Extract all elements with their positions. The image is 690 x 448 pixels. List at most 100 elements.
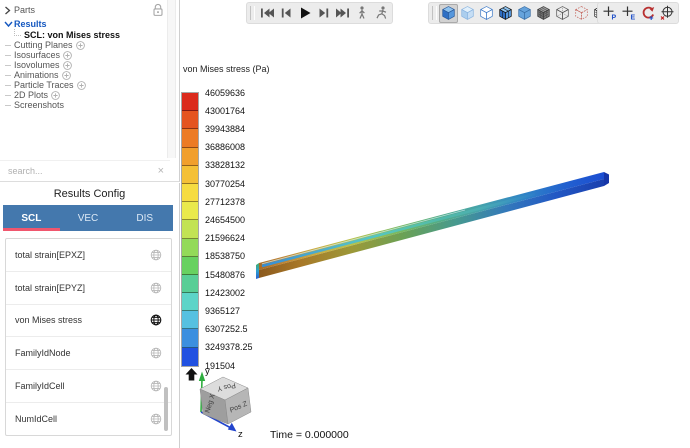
tree-connector	[5, 54, 11, 56]
globe-icon[interactable]	[150, 282, 162, 294]
beam-side-face	[259, 179, 604, 278]
probe-element-button[interactable]: E	[619, 4, 638, 23]
globe-icon[interactable]	[150, 347, 162, 359]
tree-item-label: Animations	[14, 70, 59, 80]
run-animate-button[interactable]	[371, 4, 390, 23]
legend-value-1: 43001764	[205, 105, 246, 116]
beam-highlight-stripe	[261, 209, 466, 265]
tree-scrollbar[interactable]	[167, 0, 176, 158]
tree-item-label: SCL: von Mises stress	[24, 30, 121, 40]
results-config-title: Results Config	[53, 188, 126, 200]
add-plus-icon[interactable]	[63, 50, 72, 60]
tree-item-isosurfaces[interactable]: Isosurfaces	[0, 50, 179, 60]
tree-connector	[14, 29, 21, 36]
variable-row-total-strain-epxz[interactable]: total strain[EPXZ]	[6, 239, 171, 272]
cube-transparent-button[interactable]	[458, 4, 477, 23]
globe-icon-active[interactable]	[150, 314, 162, 326]
legend-value-7: 24654500	[205, 214, 246, 225]
tree-item-particle-traces[interactable]: Particle Traces	[0, 80, 179, 90]
tree-connector	[5, 74, 11, 76]
center-of-transform-button[interactable]	[657, 4, 676, 23]
tab-vec[interactable]: VEC	[60, 205, 117, 231]
variable-row-von-mises-stress[interactable]: von Mises stress	[6, 305, 171, 338]
tree-item-2d-plots[interactable]: 2D Plots	[0, 90, 179, 100]
home-view-icon[interactable]	[185, 368, 198, 381]
cube-hidden-line-button[interactable]	[477, 4, 496, 23]
search-clear-icon[interactable]: ×	[158, 165, 164, 177]
chevron-down-icon[interactable]	[4, 20, 13, 28]
legend-title: von Mises stress (Pa)	[183, 64, 270, 74]
tree-item-animations[interactable]: Animations	[0, 70, 179, 80]
globe-icon[interactable]	[150, 413, 162, 425]
skip-to-end-button[interactable]	[333, 4, 352, 23]
tab-dis[interactable]: DIS	[116, 205, 173, 231]
legend-band-7	[182, 220, 198, 239]
axis-triad[interactable]: y z Pos Y Neg X Pos Z	[181, 363, 271, 448]
tree-connector	[5, 94, 11, 96]
results-config-tabbar: SCL VEC DIS	[3, 205, 173, 231]
legend-value-14: 3249378.25	[205, 342, 253, 353]
legend-band-0	[182, 93, 198, 112]
lock-icon[interactable]	[152, 3, 164, 17]
add-plus-icon[interactable]	[62, 60, 72, 70]
add-plus-icon[interactable]	[61, 70, 71, 80]
variable-row-numidcell[interactable]: NumIdCell	[6, 403, 171, 435]
legend-value-11: 12423002	[205, 287, 246, 298]
svg-text:P: P	[611, 15, 616, 22]
globe-icon[interactable]	[150, 380, 162, 392]
tree-search-row: ×	[0, 160, 170, 181]
variable-label: von Mises stress	[15, 315, 83, 326]
add-plus-icon[interactable]	[75, 40, 85, 50]
legend-value-4: 33828132	[205, 160, 246, 171]
legend-band-12	[182, 311, 198, 330]
step-back-button[interactable]	[276, 4, 295, 23]
variables-scrollbar[interactable]	[164, 387, 168, 431]
chevron-right-icon[interactable]	[4, 6, 13, 15]
time-readout: Time = 0.000000	[270, 429, 349, 441]
beam-model[interactable]	[245, 158, 620, 293]
tree-connector	[5, 84, 11, 86]
parts-results-tree-panel: Parts Results SCL: von Mises stress Cutting…	[0, 0, 180, 182]
variables-list: total strain[EPXZ] total strain[EPYZ] vo…	[5, 238, 172, 436]
tree-item-screenshots[interactable]: Screenshots	[0, 100, 179, 110]
svg-text:E: E	[630, 15, 635, 22]
cube-flat-button[interactable]	[515, 4, 534, 23]
walk-animate-button[interactable]	[352, 4, 371, 23]
legend-band-4	[182, 165, 198, 184]
tree-item-isovolumes[interactable]: Isovolumes	[0, 60, 179, 70]
step-forward-button[interactable]	[314, 4, 333, 23]
tree-item-label: Particle Traces	[14, 80, 74, 90]
add-plus-icon[interactable]	[51, 90, 60, 100]
tree-item-label: 2D Plots	[14, 90, 49, 100]
cube-feature-red-button[interactable]	[572, 4, 591, 23]
legend-value-9: 18538750	[205, 251, 246, 262]
variable-row-total-strain-epyz[interactable]: total strain[EPYZ]	[6, 272, 171, 305]
toolbar-grip[interactable]	[432, 6, 437, 20]
tree-item-label: Isosurfaces	[14, 50, 61, 60]
cube-mesh-button[interactable]	[534, 4, 553, 23]
probe-point-button[interactable]: P	[600, 4, 619, 23]
variable-label: FamilyIdCell	[15, 381, 65, 392]
tree-connector	[5, 44, 11, 46]
add-plus-icon[interactable]	[76, 80, 86, 90]
legend-value-0: 46059636	[205, 87, 246, 98]
skip-to-start-button[interactable]	[257, 4, 276, 23]
variable-label: total strain[EPXZ]	[15, 249, 86, 260]
z-axis-label: z	[238, 429, 243, 440]
globe-icon[interactable]	[150, 249, 162, 261]
cube-shaded-edges-button[interactable]	[496, 4, 515, 23]
toolbar-grip[interactable]	[250, 6, 255, 20]
query-interactive-button[interactable]	[638, 4, 657, 23]
active-tab-underline	[3, 228, 60, 231]
tree-item-scl-von-mises-stress[interactable]: SCL: von Mises stress	[0, 29, 179, 40]
tree-item-cutting-planes[interactable]: Cutting Planes	[0, 40, 179, 50]
play-button[interactable]	[295, 4, 314, 23]
cube-shaded-button[interactable]	[439, 3, 458, 23]
view-mode-toolbar	[428, 2, 613, 24]
tree-item-results[interactable]: Results	[0, 19, 179, 29]
variable-row-familyidnode[interactable]: FamilyIdNode	[6, 337, 171, 371]
variable-row-familyidcell[interactable]: FamilyIdCell	[6, 370, 171, 403]
search-input[interactable]	[8, 166, 158, 176]
legend-band-6	[182, 202, 198, 221]
cube-wireframe-button[interactable]	[553, 4, 572, 23]
